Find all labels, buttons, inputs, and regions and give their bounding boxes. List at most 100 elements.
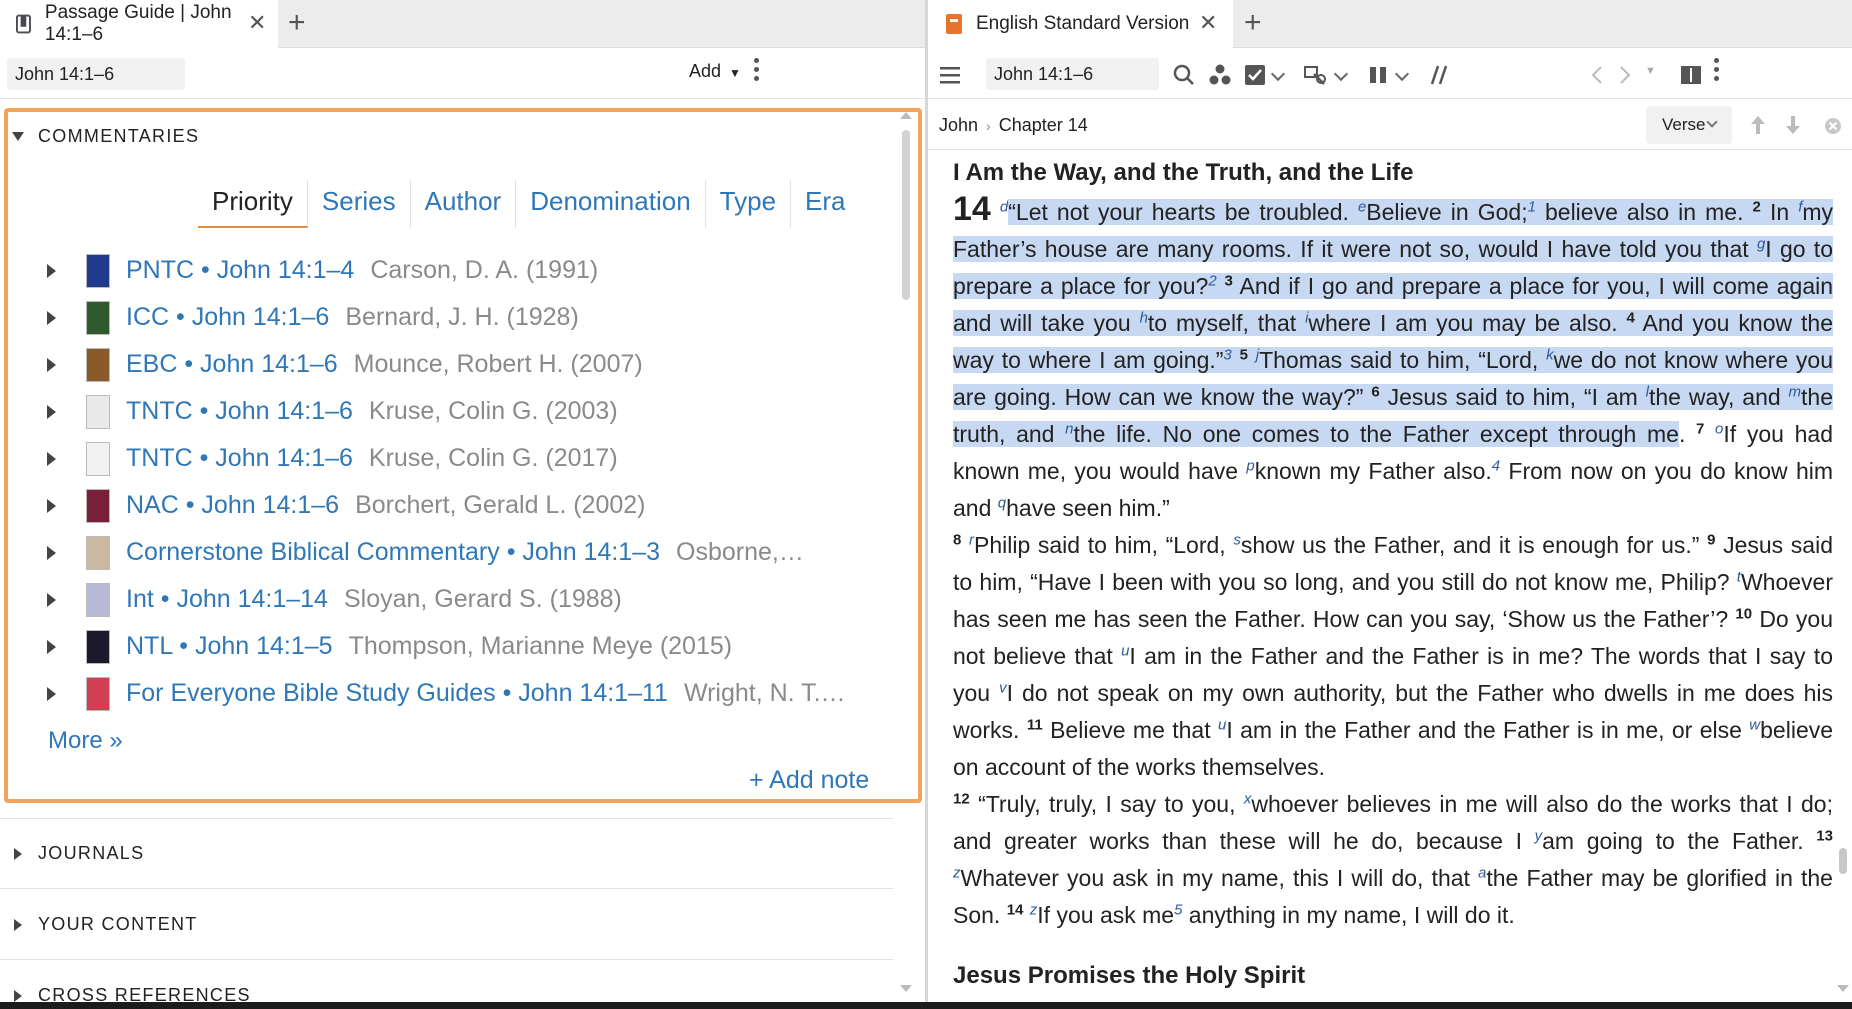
verse-number[interactable]: 13 xyxy=(1816,827,1833,844)
arrow-up-icon[interactable] xyxy=(1748,114,1768,136)
expand-triangle-icon[interactable] xyxy=(47,451,56,466)
more-options-icon[interactable] xyxy=(754,58,760,81)
history-dropdown-icon[interactable]: ▼ xyxy=(1645,65,1656,77)
tab-series[interactable]: Series xyxy=(308,180,411,228)
expand-triangle-icon[interactable] xyxy=(47,404,56,419)
list-item[interactable]: For Everyone Bible Study Guides • John 1… xyxy=(40,670,850,717)
close-tab-icon[interactable]: ✕ xyxy=(248,12,266,34)
commentary-title[interactable]: ICC • John 14:1–6 xyxy=(126,303,329,332)
verse-dropdown[interactable]: Verse xyxy=(1646,106,1732,144)
list-item[interactable]: PNTC • John 14:1–4 Carson, D. A. (1991) xyxy=(40,247,850,294)
list-item[interactable]: NAC • John 14:1–6 Borchert, Gerald L. (2… xyxy=(40,482,850,529)
cross-reference[interactable]: s xyxy=(1233,531,1241,548)
expand-triangle-icon[interactable] xyxy=(47,498,56,513)
reference-input[interactable]: John 14:1–6 xyxy=(7,58,185,90)
more-link[interactable]: More » xyxy=(48,727,123,755)
tab-type[interactable]: Type xyxy=(706,180,792,228)
expand-triangle-icon[interactable] xyxy=(47,639,56,654)
list-item[interactable]: TNTC • John 14:1–6 Kruse, Colin G. (2003… xyxy=(40,388,850,435)
cross-reference[interactable]: p xyxy=(1246,457,1254,474)
add-note-link[interactable]: + Add note xyxy=(749,766,869,795)
checklist-icon[interactable] xyxy=(1242,62,1268,88)
cross-reference[interactable]: v xyxy=(999,679,1007,696)
list-item[interactable]: Int • John 14:1–14 Sloyan, Gerard S. (19… xyxy=(40,576,850,623)
commentary-title[interactable]: EBC • John 14:1–6 xyxy=(126,350,338,379)
close-circle-icon[interactable] xyxy=(1824,117,1842,135)
expand-triangle-icon[interactable] xyxy=(47,357,56,372)
commentary-title[interactable]: Cornerstone Biblical Commentary • John 1… xyxy=(126,538,660,567)
verse-number[interactable]: 14 xyxy=(1007,901,1024,918)
close-tab-icon[interactable]: ✕ xyxy=(1199,12,1217,34)
tab-priority[interactable]: Priority xyxy=(198,180,308,228)
commentary-title[interactable]: Int • John 14:1–14 xyxy=(126,585,328,614)
cross-reference[interactable]: w xyxy=(1749,716,1760,733)
tab-passage-guide[interactable]: Passage Guide | John 14:1–6 ✕ xyxy=(0,0,278,48)
expand-triangle-icon[interactable] xyxy=(47,545,56,560)
list-item[interactable]: NTL • John 14:1–5 Thompson, Marianne Mey… xyxy=(40,623,850,670)
scroll-down-arrow-icon[interactable] xyxy=(900,985,912,992)
verse-number[interactable]: 12 xyxy=(953,790,970,807)
text-comparison-icon[interactable] xyxy=(1426,62,1452,88)
forward-arrow-icon[interactable] xyxy=(1611,62,1637,88)
verse-number[interactable]: 8 xyxy=(953,531,961,548)
verse-number[interactable]: 2 xyxy=(1753,198,1761,215)
tab-author[interactable]: Author xyxy=(411,180,517,228)
commentaries-header[interactable]: COMMENTARIES xyxy=(10,126,199,147)
verse-number[interactable]: 3 xyxy=(1225,272,1233,289)
cross-reference[interactable]: n xyxy=(1065,420,1073,437)
footnote-marker[interactable]: 1 xyxy=(1528,198,1536,215)
breadcrumb-book[interactable]: John xyxy=(939,115,978,136)
expand-triangle-icon[interactable] xyxy=(47,592,56,607)
new-tab-plus-icon[interactable]: + xyxy=(288,8,306,38)
list-item[interactable]: EBC • John 14:1–6 Mounce, Robert H. (200… xyxy=(40,341,850,388)
expand-triangle-icon[interactable] xyxy=(47,263,56,278)
footnote-marker[interactable]: 2 xyxy=(1208,272,1216,289)
tab-esv[interactable]: English Standard Version ✕ xyxy=(928,0,1233,48)
cross-reference[interactable]: m xyxy=(1789,383,1802,400)
commentary-title[interactable]: PNTC • John 14:1–4 xyxy=(126,256,354,285)
scrollbar-thumb[interactable] xyxy=(902,130,910,300)
reference-input[interactable]: John 14:1–6 xyxy=(986,58,1159,90)
verse-number[interactable]: 10 xyxy=(1735,605,1752,622)
scroll-down-arrow-icon[interactable] xyxy=(1837,985,1849,992)
hamburger-menu-icon[interactable] xyxy=(937,62,963,88)
new-tab-plus-icon[interactable]: + xyxy=(1244,8,1262,38)
scrollbar-thumb[interactable] xyxy=(1839,848,1847,874)
cross-reference[interactable]: d xyxy=(1000,198,1008,215)
tab-era[interactable]: Era xyxy=(791,180,859,228)
verse-number[interactable]: 7 xyxy=(1696,420,1704,437)
verse-number[interactable]: 9 xyxy=(1707,531,1715,548)
verse-number[interactable]: 6 xyxy=(1371,383,1379,400)
list-item[interactable]: TNTC • John 14:1–6 Kruse, Colin G. (2017… xyxy=(40,435,850,482)
cross-reference[interactable]: h xyxy=(1140,309,1148,326)
breadcrumb-chapter[interactable]: Chapter 14 xyxy=(999,115,1088,136)
split-panel-icon[interactable] xyxy=(1678,62,1704,88)
expand-triangle-icon[interactable] xyxy=(47,686,56,701)
selected-text[interactable]: “Let not your hearts be troubled. eBelie… xyxy=(953,198,1834,447)
add-button[interactable]: Add ▼ xyxy=(689,61,741,82)
expand-triangle-icon[interactable] xyxy=(47,310,56,325)
commentary-title[interactable]: TNTC • John 14:1–6 xyxy=(126,444,353,473)
cross-reference[interactable]: q xyxy=(998,494,1006,511)
your-content-header[interactable]: YOUR CONTENT xyxy=(10,914,198,935)
columns-icon[interactable] xyxy=(1365,62,1391,88)
cross-reference[interactable]: z xyxy=(953,864,961,881)
more-options-icon[interactable] xyxy=(1714,58,1720,81)
search-icon[interactable] xyxy=(1171,62,1197,88)
chevron-down-icon[interactable] xyxy=(1333,66,1349,82)
list-item[interactable]: Cornerstone Biblical Commentary • John 1… xyxy=(40,529,850,576)
tab-denomination[interactable]: Denomination xyxy=(516,180,706,228)
footnote-marker[interactable]: 4 xyxy=(1492,457,1500,474)
verse-number[interactable]: 11 xyxy=(1027,716,1043,733)
list-item[interactable]: ICC • John 14:1–6 Bernard, J. H. (1928) xyxy=(40,294,850,341)
scroll-up-arrow-icon[interactable] xyxy=(900,112,912,119)
commentary-title[interactable]: NTL • John 14:1–5 xyxy=(126,632,333,661)
verse-number[interactable]: 4 xyxy=(1627,309,1635,326)
chevron-down-icon[interactable] xyxy=(1270,66,1286,82)
verse-number[interactable]: 5 xyxy=(1240,346,1248,363)
parallel-resources-icon[interactable] xyxy=(1207,62,1233,88)
commentary-title[interactable]: NAC • John 14:1–6 xyxy=(126,491,339,520)
cross-reference[interactable]: y xyxy=(1535,827,1543,844)
cross-reference[interactable]: k xyxy=(1546,346,1554,363)
chevron-down-icon[interactable] xyxy=(1394,66,1410,82)
